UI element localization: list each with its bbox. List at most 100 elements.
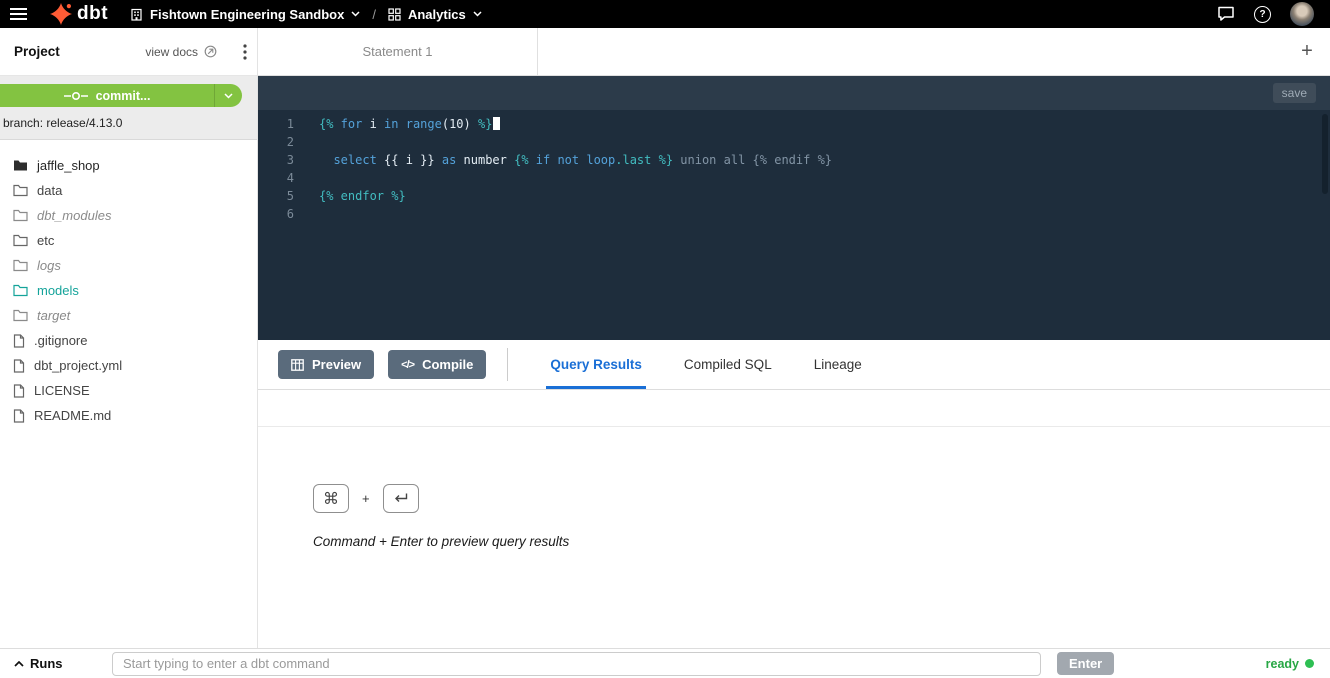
results-tabs: Query Results Compiled SQL Lineage — [508, 340, 861, 389]
project-header: Project view docs — [0, 28, 257, 76]
line-content: select {{ i }} as number {% if not loop.… — [294, 151, 832, 169]
tree-item-license[interactable]: LICENSE — [0, 378, 257, 403]
line-content: {% for i in range(10) %} — [294, 115, 500, 133]
chevron-down-icon — [473, 11, 482, 17]
grid-icon — [388, 8, 401, 21]
dbt-command-input[interactable] — [112, 652, 1041, 676]
tree-item-data[interactable]: data — [0, 178, 257, 203]
editor-scrollbar[interactable] — [1322, 114, 1328, 194]
code-line: 3 select {{ i }} as number {% if not loo… — [258, 151, 1330, 169]
dbt-logo[interactable]: dbt — [50, 3, 108, 25]
file-tree: jaffle_shopdata dbt_modulesetc logs models t… — [0, 140, 257, 428]
status-indicator: ready — [1266, 657, 1314, 671]
git-commit-icon — [64, 91, 88, 101]
tree-item-label: models — [37, 283, 79, 298]
folder-icon — [13, 209, 28, 222]
compile-button-label: Compile — [422, 357, 473, 372]
dbt-flame-icon — [50, 3, 72, 25]
line-number: 1 — [258, 115, 294, 133]
tab-query-results[interactable]: Query Results — [550, 340, 642, 389]
save-button[interactable]: save — [1273, 83, 1316, 103]
chevron-down-icon — [351, 11, 360, 17]
branch-label: branch: release/4.13.0 — [0, 116, 257, 130]
dbt-cloud-ide: dbt Fishtown Engineering Sandbox / Analy… — [0, 0, 1330, 678]
account-selector[interactable]: Fishtown Engineering Sandbox — [130, 7, 360, 22]
results-toolbar: Preview </> Compile Query Results Compile… — [258, 340, 1330, 390]
tree-item-dbt-project-yml[interactable]: dbt_project.yml — [0, 353, 257, 378]
line-number: 6 — [258, 205, 294, 223]
runs-toggle[interactable]: Runs — [0, 656, 112, 671]
tree-item-label: jaffle_shop — [37, 158, 100, 173]
results-subbar — [258, 390, 1330, 427]
enter-button[interactable]: Enter — [1057, 652, 1114, 675]
code-line: 2 — [258, 133, 1330, 151]
code-line: 4 — [258, 169, 1330, 187]
tree-item-label: dbt_project.yml — [34, 358, 122, 373]
commit-dropdown-toggle[interactable] — [214, 84, 242, 107]
chevron-up-icon — [14, 661, 24, 667]
code-line: 1{% for i in range(10) %} — [258, 115, 1330, 133]
tree-item-dbt-modules[interactable]: dbt_modules — [0, 203, 257, 228]
chat-icon[interactable] — [1217, 6, 1235, 22]
bottom-bar: Runs Enter ready — [0, 648, 1330, 678]
code-lines: 1{% for i in range(10) %}23 select {{ i … — [258, 115, 1330, 223]
line-content — [294, 133, 319, 151]
tab-compiled-sql[interactable]: Compiled SQL — [684, 340, 772, 389]
tree-item-target[interactable]: target — [0, 303, 257, 328]
line-content — [294, 169, 319, 187]
preview-button[interactable]: Preview — [278, 350, 374, 379]
external-link-circle-icon — [204, 45, 217, 58]
code-line: 5{% endfor %} — [258, 187, 1330, 205]
compile-button[interactable]: </> Compile — [388, 350, 486, 379]
tab-statement-1[interactable]: Statement 1 — [258, 28, 538, 75]
tree-item-label: logs — [37, 258, 61, 273]
tree-item-label: data — [37, 183, 62, 198]
account-name: Fishtown Engineering Sandbox — [150, 7, 344, 22]
code-icon: </> — [401, 359, 414, 371]
kebab-menu-icon[interactable] — [243, 44, 247, 60]
tree-item-models[interactable]: models — [0, 278, 257, 303]
folder-icon — [13, 284, 28, 297]
avatar[interactable] — [1290, 2, 1314, 26]
folder-icon — [13, 259, 28, 272]
status-label: ready — [1266, 657, 1299, 671]
line-number: 2 — [258, 133, 294, 151]
commit-button-label: commit... — [96, 89, 151, 103]
tree-item-readme-md[interactable]: README.md — [0, 403, 257, 428]
tree-item-jaffle-shop[interactable]: jaffle_shop — [0, 153, 257, 178]
code-line: 6 — [258, 205, 1330, 223]
dbt-logo-text: dbt — [77, 3, 108, 25]
tree-item-label: dbt_modules — [37, 208, 111, 223]
tree-item-etc[interactable]: etc — [0, 228, 257, 253]
folder-icon — [13, 234, 28, 247]
help-icon[interactable]: ? — [1254, 6, 1271, 23]
add-tab-button[interactable]: + — [1284, 28, 1330, 75]
project-selector[interactable]: Analytics — [388, 7, 482, 22]
project-name: Analytics — [408, 7, 466, 22]
tree-item-logs[interactable]: logs — [0, 253, 257, 278]
git-section: commit... branch: release/4.13.0 — [0, 76, 257, 140]
tab-lineage[interactable]: Lineage — [814, 340, 862, 389]
command-keycap: ⌘ — [313, 484, 349, 513]
sidebar: Project view docs co — [0, 28, 258, 648]
tree-item-label: .gitignore — [34, 333, 87, 348]
file-icon — [13, 334, 25, 348]
view-docs-link[interactable]: view docs — [145, 45, 217, 59]
code-editor[interactable]: 1{% for i in range(10) %}23 select {{ i … — [258, 110, 1330, 340]
results-content: ⌘ + Command + Enter to preview query res… — [258, 427, 1330, 648]
tree-item--gitignore[interactable]: .gitignore — [0, 328, 257, 353]
line-content: {% endfor %} — [294, 187, 406, 205]
commit-button[interactable]: commit... — [0, 84, 242, 107]
tree-item-label: LICENSE — [34, 383, 90, 398]
line-content — [294, 205, 319, 223]
view-docs-label: view docs — [145, 45, 198, 59]
editor-tab-bar: Statement 1 + — [258, 28, 1330, 76]
plus-sign: + — [362, 491, 370, 506]
editor-tab-label: Statement 1 — [362, 44, 432, 59]
file-icon — [13, 359, 25, 373]
tree-item-label: README.md — [34, 408, 111, 423]
topbar-right-actions: ? — [1217, 2, 1330, 26]
hamburger-menu-icon[interactable] — [0, 0, 38, 28]
folder-icon — [13, 184, 28, 197]
shortcut-hint: ⌘ + — [313, 484, 1330, 513]
